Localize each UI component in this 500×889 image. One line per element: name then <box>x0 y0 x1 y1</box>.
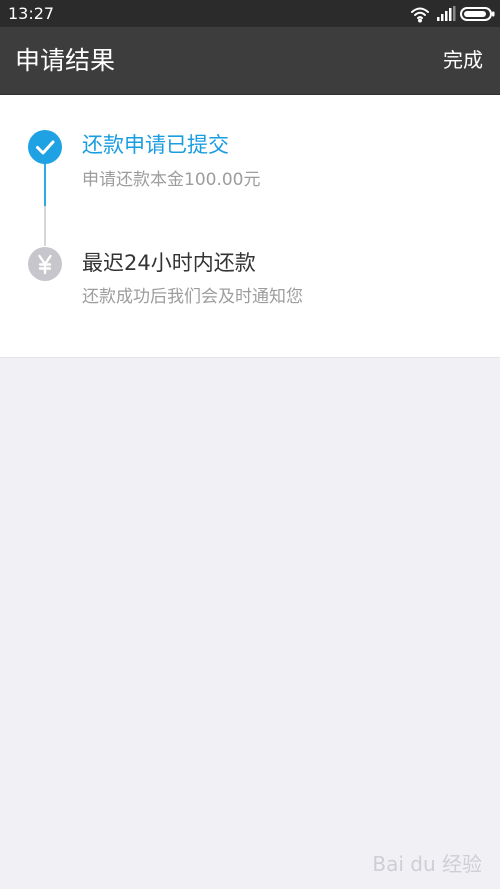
step-completed-icon <box>28 130 62 164</box>
status-bar: 13:27 <box>0 0 500 27</box>
step-1-subtitle: 申请还款本金100.00元 <box>82 170 261 190</box>
app-bar: 申请结果 完成 <box>0 27 500 95</box>
page-title: 申请结果 <box>15 46 116 75</box>
battery-icon <box>460 7 495 21</box>
status-time: 13:27 <box>8 4 55 23</box>
done-button[interactable]: 完成 <box>443 27 483 94</box>
step-pending-icon <box>28 247 62 281</box>
yen-icon <box>38 254 52 275</box>
progress-card <box>0 95 500 358</box>
step-1-title: 还款申请已提交 <box>82 133 229 157</box>
check-icon <box>36 140 55 155</box>
step-2-title: 最迟24小时内还款 <box>82 251 256 275</box>
signal-icon <box>437 6 456 21</box>
step-2-subtitle: 还款成功后我们会及时通知您 <box>82 287 303 307</box>
status-icons <box>410 5 496 23</box>
wifi-icon <box>411 7 429 23</box>
baidu-watermark: Bai du 经验 <box>372 852 482 876</box>
